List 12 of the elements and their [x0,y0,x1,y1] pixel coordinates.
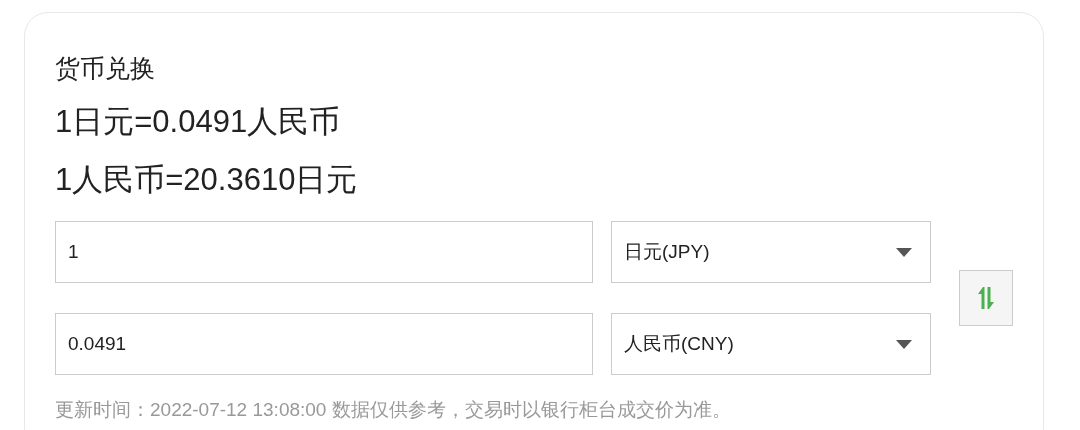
amount-field[interactable]: 1 [55,221,593,283]
swap-arrows-icon [978,287,994,309]
amount-field[interactable]: 0.0491 [55,313,593,375]
exchange-rate: 1人民币=20.3610日元 [55,161,359,199]
currency-select[interactable]: 人民币(CNY) [611,313,931,375]
swap-button[interactable] [959,270,1013,326]
update-note: 更新时间：2022-07-12 13:08:00 数据仅供参考，交易时以银行柜台成交价为准。 [55,398,732,422]
currency-select[interactable]: 日元(JPY) [611,221,931,283]
exchange-rate: 1日元=0.0491人民币 [55,103,342,141]
dropdown-caret-icon [896,247,912,257]
dropdown-caret-icon [896,339,912,349]
card-title: 货币兑换 [55,53,156,84]
